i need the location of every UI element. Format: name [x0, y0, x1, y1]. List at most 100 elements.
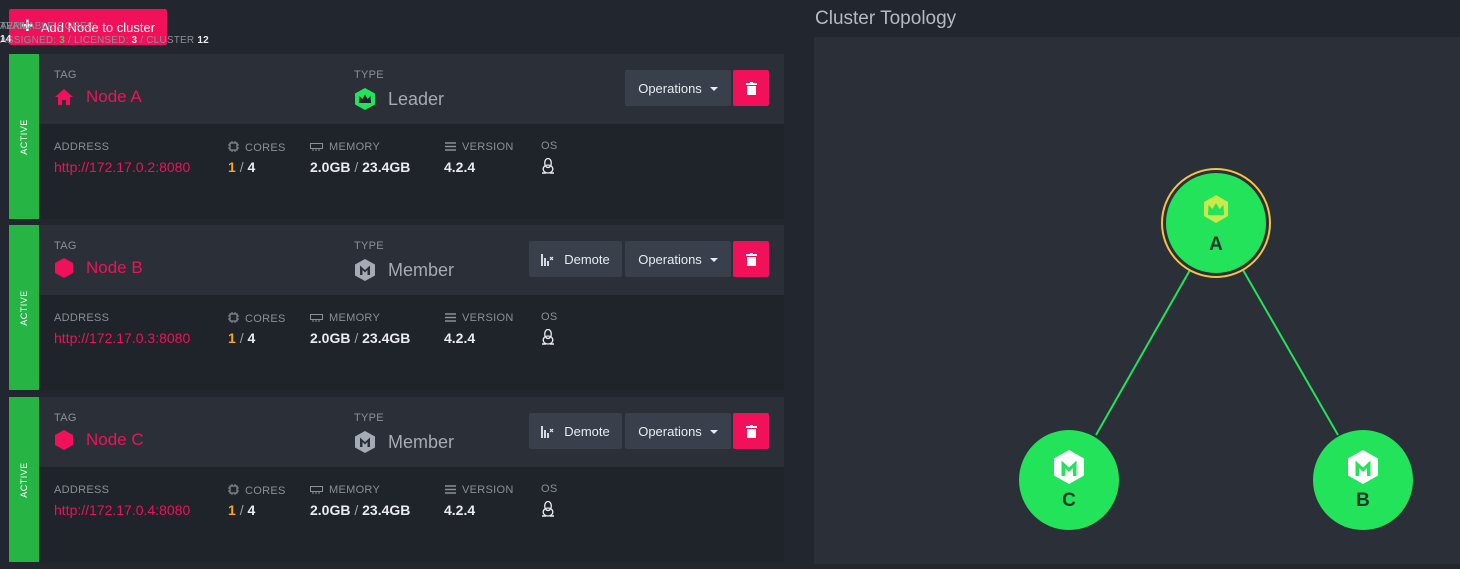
demote-label: Demote — [564, 423, 610, 439]
node-type: Member — [388, 259, 455, 280]
type-label: TYPE — [354, 412, 384, 424]
operations-label: Operations — [638, 251, 702, 267]
caret-down-icon — [709, 430, 718, 434]
memory-icon — [310, 485, 323, 497]
cores-used: 1 — [228, 330, 236, 346]
hexagon-icon — [54, 430, 74, 450]
cpu-icon — [228, 312, 239, 326]
operations-dropdown[interactable]: Operations — [625, 70, 731, 106]
node-type: Leader — [388, 88, 445, 109]
node-address-link[interactable]: http://172.17.0.3:8080 — [54, 330, 190, 346]
status-bar: ACTIVE — [9, 225, 39, 390]
member-icon — [354, 259, 376, 281]
tag-label: TAG — [54, 412, 77, 424]
memory-icon — [310, 313, 323, 325]
topology-link-a-c — [1095, 269, 1191, 436]
node-version: 4.2.4 — [444, 330, 476, 346]
home-icon — [54, 87, 74, 107]
demote-icon — [541, 425, 554, 438]
node-list-panel: + Add Node to cluster AVAILABLE CORES: A… — [0, 0, 790, 564]
trash-icon — [745, 252, 757, 266]
address-label: ADDRESS — [54, 484, 110, 496]
delete-node-button[interactable] — [733, 413, 769, 449]
cores-total: 4 — [247, 159, 256, 175]
node-version: 4.2.4 — [444, 502, 476, 518]
node-address-link[interactable]: http://172.17.0.2:8080 — [54, 159, 190, 175]
memory-used: 2.0GB — [310, 330, 351, 346]
cpu-icon — [228, 484, 239, 498]
operations-label: Operations — [638, 423, 702, 439]
memory-label: MEMORY — [329, 484, 381, 496]
version-label: VERSION — [462, 141, 514, 153]
version-icon — [445, 313, 456, 325]
cores-total: 4 — [247, 330, 256, 346]
os-label: OS — [541, 311, 558, 323]
demote-label: Demote — [564, 251, 610, 267]
cpu-icon — [228, 141, 239, 155]
topology-canvas[interactable]: A C B — [814, 37, 1460, 564]
node-type: Member — [388, 431, 455, 452]
topology-title: Cluster Topology — [815, 8, 957, 29]
memory-label: MEMORY — [329, 312, 381, 324]
status-bar: ACTIVE — [9, 54, 39, 219]
status-label: ACTIVE — [19, 461, 30, 498]
version-label: VERSION — [462, 312, 514, 324]
term-value: 14 — [0, 34, 12, 45]
topology-node-a[interactable]: A — [1161, 168, 1271, 278]
term-stats: TERM: 14 — [0, 20, 32, 45]
status-bar: ACTIVE — [9, 397, 39, 562]
node-card: ACTIVE TAG Node B TYPE Member Demote Ope… — [9, 225, 784, 390]
member-icon — [354, 431, 376, 453]
tag-label: TAG — [54, 69, 77, 81]
status-label: ACTIVE — [19, 118, 30, 155]
topology-node-c[interactable]: C — [1019, 430, 1119, 530]
licensed-value: 3 — [131, 35, 138, 46]
cores-label: CORES — [245, 485, 286, 497]
memory-total: 23.4GB — [362, 159, 411, 175]
cores-label: CORES — [245, 313, 286, 325]
tag-label: TAG — [54, 240, 77, 252]
address-label: ADDRESS — [54, 312, 110, 324]
delete-node-button[interactable] — [733, 70, 769, 106]
memory-used: 2.0GB — [310, 159, 351, 175]
leader-crown-icon — [354, 88, 376, 110]
demote-icon — [541, 253, 554, 266]
operations-dropdown[interactable]: Operations — [625, 413, 731, 449]
linux-icon — [541, 328, 555, 350]
type-label: TYPE — [354, 69, 384, 81]
operations-dropdown[interactable]: Operations — [625, 241, 731, 277]
version-label: VERSION — [462, 484, 514, 496]
licensed-label: / LICENSED: — [68, 35, 129, 46]
term-label: TERM: — [0, 21, 33, 32]
demote-button[interactable]: Demote — [529, 241, 622, 277]
trash-icon — [745, 424, 757, 438]
topology-link-a-b — [1242, 269, 1339, 436]
node-version: 4.2.4 — [444, 159, 476, 175]
cluster-value: 12 — [197, 35, 209, 46]
node-card: ACTIVE TAG Node A TYPE Leader Operations — [9, 54, 784, 219]
node-header: TAG Node A TYPE Leader Operations — [39, 54, 784, 124]
topology-node-b[interactable]: B — [1313, 430, 1413, 530]
trash-icon — [745, 81, 757, 95]
node-tag: Node A — [86, 87, 142, 106]
cores-label: CORES — [245, 142, 286, 154]
memory-used: 2.0GB — [310, 502, 351, 518]
node-tag: Node B — [86, 258, 143, 277]
node-address-link[interactable]: http://172.17.0.4:8080 — [54, 502, 190, 518]
type-label: TYPE — [354, 240, 384, 252]
memory-icon — [310, 142, 323, 154]
version-icon — [445, 142, 456, 154]
os-label: OS — [541, 140, 558, 152]
cluster-label: / CLUSTER — [140, 35, 195, 46]
node-card: ACTIVE TAG Node C TYPE Member Demote Ope… — [9, 397, 784, 562]
linux-icon — [541, 157, 555, 179]
delete-node-button[interactable] — [733, 241, 769, 277]
node-header: TAG Node B TYPE Member Demote Operations — [39, 225, 784, 295]
status-label: ACTIVE — [19, 289, 30, 326]
address-label: ADDRESS — [54, 141, 110, 153]
cores-used: 1 — [228, 502, 236, 518]
demote-button[interactable]: Demote — [529, 413, 622, 449]
cores-used: 1 — [228, 159, 236, 175]
node-tag: Node C — [86, 430, 144, 449]
caret-down-icon — [709, 258, 718, 262]
